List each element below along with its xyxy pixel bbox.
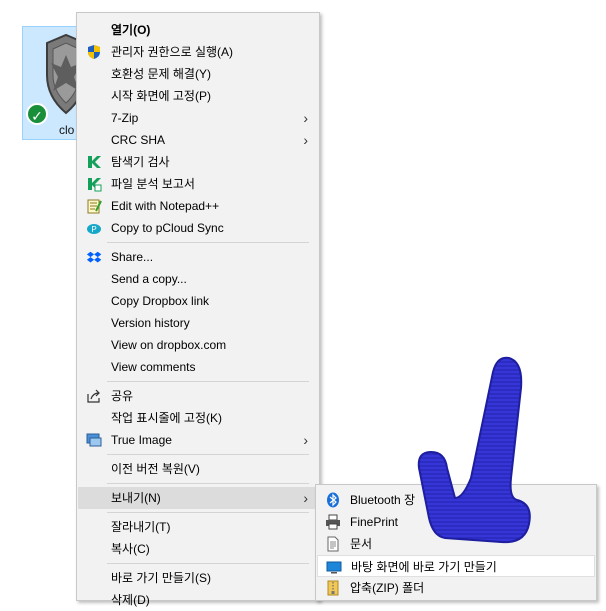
menu-item-label: Copy to pCloud Sync [111,221,224,235]
menu-item-label: CRC SHA [111,133,166,147]
printer-icon [326,514,340,530]
menu-item-copy[interactable]: 복사(C) [78,538,318,560]
submenu-item-zip-folder[interactable]: 압축(ZIP) 폴더 [317,577,595,599]
svg-text:P: P [91,225,96,234]
menu-item-create-shortcut[interactable]: 바로 가기 만들기(S) [78,567,318,589]
menu-item-file-analysis-report[interactable]: 파일 분석 보고서 [78,173,318,195]
chevron-right-icon: › [303,490,308,506]
menu-item-pin-to-taskbar[interactable]: 작업 표시줄에 고정(K) [78,407,318,429]
submenu-item-label: 바탕 화면에 바로 가기 만들기 [351,560,497,574]
menu-item-label: Edit with Notepad++ [111,199,220,213]
menu-item-label: True Image [111,433,172,447]
menu-item-delete[interactable]: 삭제(D) [78,589,318,611]
menu-item-edit-notepadpp[interactable]: Edit with Notepad++ [78,195,318,217]
menu-item-true-image[interactable]: True Image › [78,429,318,451]
green-check-icon: ✓ [26,103,48,125]
menu-item-open[interactable]: 열기(O) [78,19,318,41]
menu-item-view-on-dropbox[interactable]: View on dropbox.com [78,334,318,356]
desktop-icon [326,561,342,574]
top-strip [0,0,606,12]
menu-item-label: 탐색기 검사 [111,155,170,169]
menu-item-label: Share... [111,250,154,264]
submenu-item-desktop-shortcut[interactable]: 바탕 화면에 바로 가기 만들기 [317,555,595,577]
menu-item-copy-dropbox-link[interactable]: Copy Dropbox link [78,290,318,312]
menu-item-troubleshoot-compat[interactable]: 호환성 문제 해결(Y) [78,63,318,85]
menu-item-label: Send a copy... [111,272,187,286]
chevron-right-icon: › [303,432,308,448]
menu-item-restore-previous[interactable]: 이전 버전 복원(V) [78,458,318,480]
menu-item-label: View comments [111,360,196,374]
kaspersky-icon [88,156,101,168]
zip-folder-icon [327,580,339,596]
menu-item-label: 이전 버전 복원(V) [111,462,200,476]
menu-item-scan-explorer[interactable]: 탐색기 검사 [78,151,318,173]
menu-item-7zip[interactable]: 7-Zip › [78,107,318,129]
submenu-item-label: 문서 [350,537,373,551]
menu-separator [107,483,309,484]
menu-item-label: 보내기(N) [111,491,161,505]
menu-item-label: 시작 화면에 고정(P) [111,89,211,103]
menu-item-label: Copy Dropbox link [111,294,210,308]
menu-item-label: 공유 [111,389,134,403]
menu-separator [107,454,309,455]
menu-separator [107,512,309,513]
menu-item-label: 잘라내기(T) [111,520,171,534]
pcloud-icon: P [87,224,101,234]
menu-item-label: 7-Zip [111,111,139,125]
menu-item-label: 복사(C) [111,542,150,556]
notepad-plus-plus-icon [87,199,102,214]
menu-item-label: 열기(O) [111,23,151,37]
submenu-item-label: 압축(ZIP) 폴더 [350,581,425,595]
menu-item-label: View on dropbox.com [111,338,227,352]
menu-item-dropbox-share[interactable]: Share... [78,246,318,268]
menu-separator [107,242,309,243]
desktop-file-label: clo [59,123,75,137]
chevron-right-icon: › [303,132,308,148]
menu-item-cut[interactable]: 잘라내기(T) [78,516,318,538]
submenu-item-label: FinePrint [350,515,399,529]
menu-separator [107,563,309,564]
menu-item-run-as-admin[interactable]: 관리자 권한으로 실행(A) [78,41,318,63]
menu-item-version-history[interactable]: Version history [78,312,318,334]
kaspersky-report-icon [88,178,102,192]
menu-item-label: 파일 분석 보고서 [111,177,195,191]
menu-item-label: 바로 가기 만들기(S) [111,571,211,585]
menu-item-share[interactable]: 공유 [78,385,318,407]
true-image-icon [86,433,102,447]
menu-item-view-comments[interactable]: View comments [78,356,318,378]
menu-item-label: Version history [111,316,190,330]
context-menu: 열기(O) 관리자 권한으로 실행(A) 호환성 문제 해결(Y) 시작 화면에… [76,12,320,607]
menu-item-label: 작업 표시줄에 고정(K) [111,411,222,425]
bluetooth-icon [327,492,339,508]
document-icon [327,536,339,552]
menu-item-label: 관리자 권한으로 실행(A) [111,45,234,59]
menu-separator [107,381,309,382]
menu-item-send-a-copy[interactable]: Send a copy... [78,268,318,290]
share-icon [87,389,100,403]
menu-item-copy-to-pcloud[interactable]: P Copy to pCloud Sync [78,217,318,239]
menu-item-pin-to-start[interactable]: 시작 화면에 고정(P) [78,85,318,107]
menu-item-label: 삭제(D) [111,593,150,607]
pointing-hand-icon [417,356,531,544]
menu-item-crc-sha[interactable]: CRC SHA › [78,129,318,151]
dropbox-icon [86,251,102,263]
menu-item-label: 호환성 문제 해결(Y) [111,67,211,81]
uac-shield-icon [88,45,100,59]
menu-item-send-to[interactable]: 보내기(N) › [78,487,318,509]
chevron-right-icon: › [303,110,308,126]
